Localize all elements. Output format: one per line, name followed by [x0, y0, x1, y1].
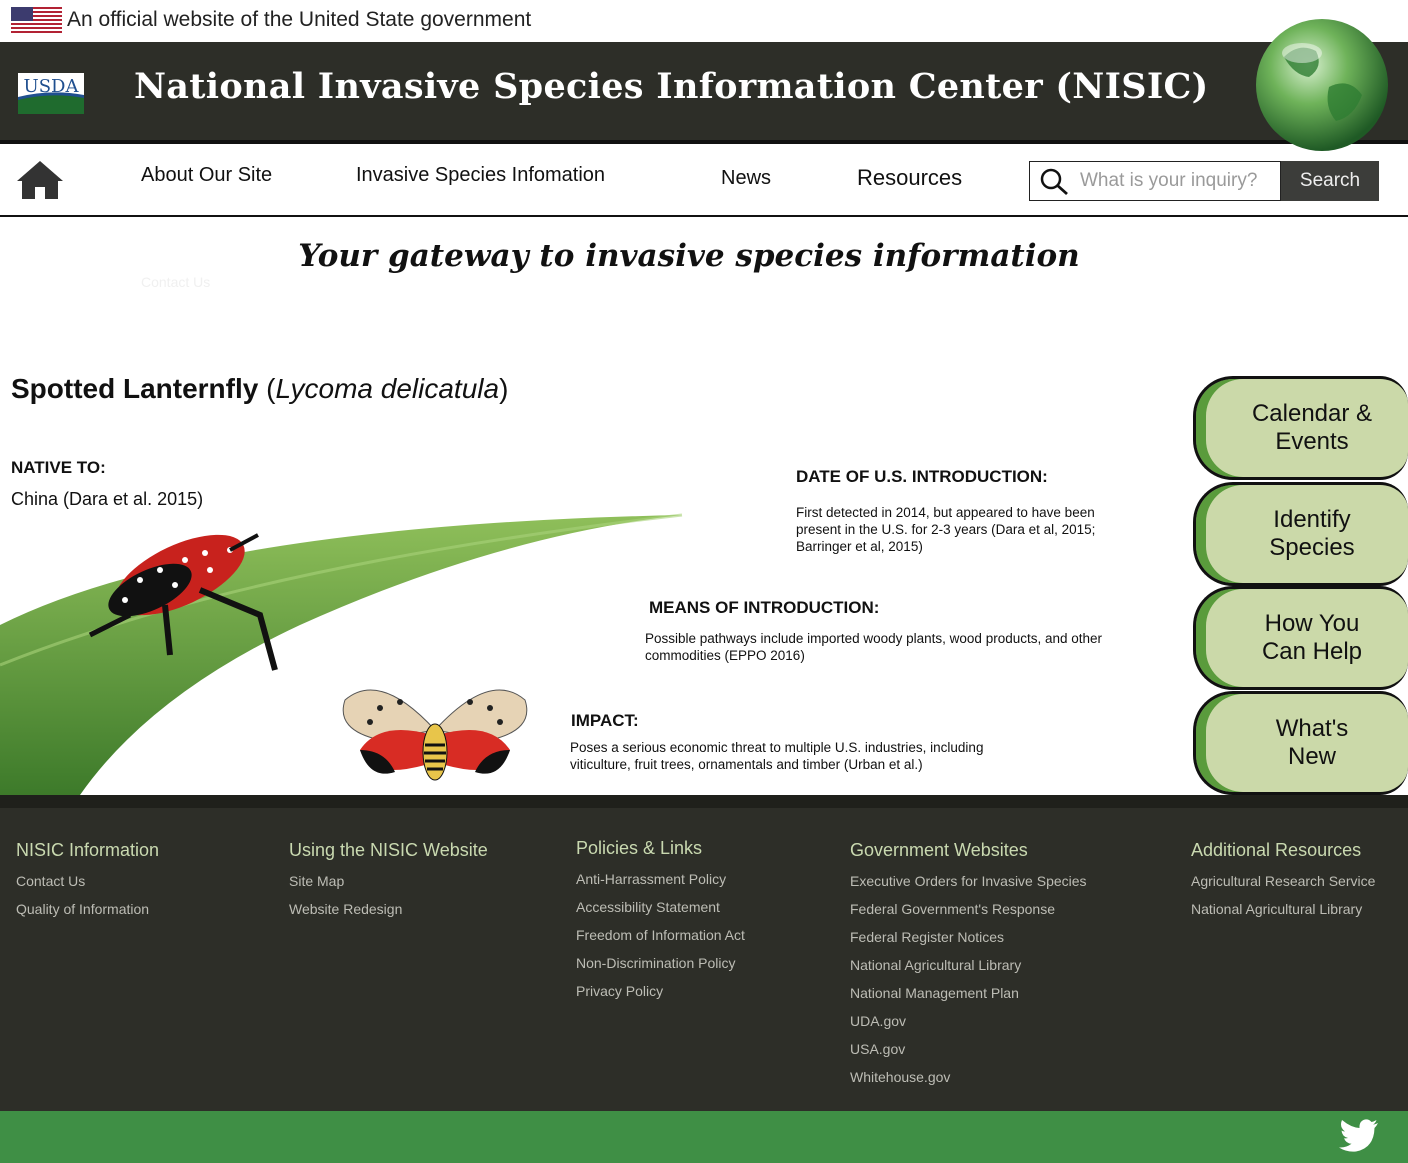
footer-link[interactable]: National Management Plan: [850, 981, 1087, 1009]
bottom-bar: [0, 1111, 1408, 1163]
species-title: Spotted Lanternfly (Lycoma delicatula): [11, 373, 509, 404]
species-common-name: Spotted Lanternfly: [11, 373, 259, 404]
footer-heading: Additional Resources: [1191, 840, 1362, 860]
species-scientific-name: Lycoma delicatula: [275, 373, 500, 404]
footer-heading: Using the NISIC Website: [289, 840, 488, 860]
footer-heading: NISIC Information: [16, 840, 160, 860]
footer-link[interactable]: UDA.gov: [850, 1009, 1087, 1037]
tagline: Your gateway to invasive species informa…: [298, 238, 1080, 274]
tab-how-you-can-help[interactable]: How You Can Help: [1193, 586, 1408, 690]
footer-col-policies: Policies & Links Anti-Harrassment Policy…: [576, 838, 745, 1007]
footer-divider: [0, 795, 1408, 808]
official-banner: An official website of the United State …: [0, 0, 1408, 42]
native-to-label: NATIVE TO:: [11, 458, 106, 477]
search-box: [1029, 161, 1281, 201]
tab-how-you-can-help-label: How You Can Help: [1261, 610, 1363, 665]
footer-heading: Government Websites: [850, 840, 1028, 860]
footer-link[interactable]: Website Redesign: [289, 897, 488, 925]
footer-link[interactable]: National Agricultural Library: [850, 953, 1087, 981]
lanternfly-adult-icon: [342, 689, 528, 781]
tab-whats-new[interactable]: What's New: [1193, 691, 1408, 795]
footer-link[interactable]: Federal Register Notices: [850, 925, 1087, 953]
footer-col-website: Using the NISIC Website Site Map Website…: [289, 840, 488, 925]
footer-link[interactable]: Executive Orders for Invasive Species: [850, 869, 1087, 897]
nav-about[interactable]: About Our Site: [141, 164, 272, 187]
footer-link[interactable]: Agricultural Research Service: [1191, 869, 1375, 897]
intro-date-label: DATE OF U.S. INTRODUCTION:: [796, 467, 1048, 486]
footer-heading: Policies & Links: [576, 838, 703, 858]
footer-link[interactable]: Freedom of Information Act: [576, 923, 745, 951]
tab-identify-species[interactable]: Identify Species: [1193, 482, 1408, 586]
footer-link[interactable]: Contact Us: [16, 869, 159, 897]
site-header: USDA National Invasive Species Informati…: [0, 42, 1408, 140]
footer-link[interactable]: Privacy Policy: [576, 979, 745, 1007]
site-title: National Invasive Species Information Ce…: [134, 66, 1209, 107]
nav-news[interactable]: News: [721, 167, 771, 190]
search-input[interactable]: [1080, 167, 1275, 195]
usda-logo[interactable]: USDA: [18, 73, 84, 114]
search-icon: [1040, 168, 1068, 196]
footer-link[interactable]: Quality of Information: [16, 897, 159, 925]
nav-invasive-species[interactable]: Invasive Species Infomation: [356, 164, 605, 187]
nav-divider: [0, 215, 1408, 217]
globe-icon: [1256, 19, 1388, 151]
footer-link[interactable]: National Agricultural Library: [1191, 897, 1375, 925]
footer-link[interactable]: USA.gov: [850, 1037, 1087, 1065]
tab-identify-species-label: Identify Species: [1269, 506, 1355, 561]
tab-calendar-events[interactable]: Calendar & Events: [1193, 376, 1408, 480]
footer-col-nisic: NISIC Information Contact Us Quality of …: [16, 840, 159, 925]
twitter-icon[interactable]: [1339, 1119, 1379, 1153]
footer-link[interactable]: Whitehouse.gov: [850, 1065, 1087, 1093]
nav-resources[interactable]: Resources: [857, 165, 962, 191]
tab-calendar-events-label: Calendar & Events: [1251, 400, 1373, 455]
home-icon[interactable]: [15, 159, 65, 201]
intro-date-text: First detected in 2014, but appeared to …: [796, 505, 1096, 554]
footer-col-additional: Additional Resources Agricultural Resear…: [1191, 840, 1375, 925]
means-text: Possible pathways include imported woody…: [645, 631, 1103, 663]
footer-link[interactable]: Site Map: [289, 869, 488, 897]
footer-link[interactable]: Accessibility Statement: [576, 895, 745, 923]
usda-logo-mark: USDA: [18, 73, 84, 114]
footer-col-government: Government Websites Executive Orders for…: [850, 840, 1087, 1093]
official-banner-text: An official website of the United State …: [67, 8, 532, 31]
tab-whats-new-label: What's New: [1275, 715, 1349, 770]
footer-link[interactable]: Anti-Harrassment Policy: [576, 867, 745, 895]
search-button[interactable]: Search: [1281, 161, 1379, 201]
faded-contact-link[interactable]: Contact Us: [141, 274, 210, 290]
us-flag-icon: [11, 7, 62, 33]
footer-link[interactable]: Non-Discrimination Policy: [576, 951, 745, 979]
footer-link[interactable]: Federal Government's Response: [850, 897, 1087, 925]
